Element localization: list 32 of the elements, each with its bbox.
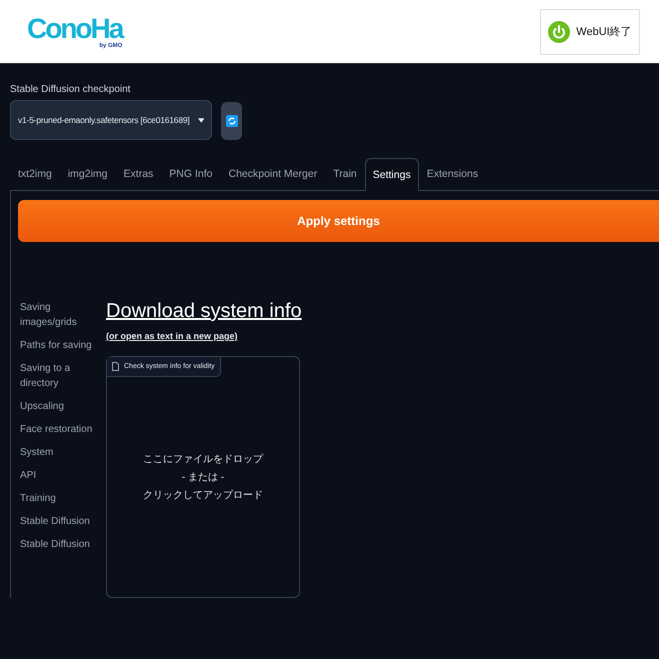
sidebar-item[interactable]: Saving images/grids bbox=[20, 300, 104, 330]
sidebar-item[interactable]: Training bbox=[20, 491, 104, 506]
logo-wordmark: ConoHa bbox=[27, 14, 122, 42]
power-icon bbox=[548, 20, 570, 42]
checkpoint-dropdown[interactable]: v1-5-pruned-emaonly.safetensors [6ce0161689] bbox=[10, 100, 212, 140]
download-system-info-link[interactable]: Download system info bbox=[106, 300, 302, 323]
sidebar-item[interactable]: System bbox=[20, 445, 104, 460]
caret-icon bbox=[198, 118, 204, 122]
refresh-icon bbox=[226, 115, 238, 127]
tab[interactable]: Extensions bbox=[418, 157, 486, 190]
sidebar-item[interactable]: API bbox=[20, 468, 104, 483]
sidebar-item[interactable]: Upscaling bbox=[20, 399, 104, 414]
tab[interactable]: Checkpoint Merger bbox=[220, 157, 326, 190]
sidebar-item[interactable]: Face restoration bbox=[20, 422, 104, 437]
drop-hint: クリックしてアップロード bbox=[143, 488, 263, 502]
checkpoint-label: Stable Diffusion checkpoint bbox=[10, 84, 132, 95]
sidebar-item[interactable]: Stable Diffusion bbox=[20, 514, 104, 529]
tab[interactable]: Extras bbox=[116, 157, 162, 190]
file-icon bbox=[112, 362, 119, 371]
tab[interactable]: Settings bbox=[364, 158, 419, 191]
tab[interactable]: Train bbox=[325, 157, 365, 190]
tab[interactable]: img2img bbox=[60, 157, 116, 190]
sidebar-item[interactable]: Paths for saving bbox=[20, 338, 104, 353]
drop-hint: - または - bbox=[182, 471, 224, 484]
drop-hint: ここにファイルをドロップ bbox=[143, 452, 263, 466]
open-as-text-link[interactable]: (or open as text in a new page) bbox=[106, 331, 238, 341]
tab[interactable]: txt2img bbox=[10, 157, 60, 190]
tab[interactable]: PNG Info bbox=[161, 157, 220, 190]
quit-button[interactable]: WebUI終了 bbox=[540, 8, 640, 54]
refresh-button[interactable] bbox=[221, 102, 242, 140]
sidebar-item[interactable]: Stable Diffusion bbox=[20, 537, 104, 552]
sidebar-item[interactable]: Saving to a directory bbox=[20, 361, 104, 391]
